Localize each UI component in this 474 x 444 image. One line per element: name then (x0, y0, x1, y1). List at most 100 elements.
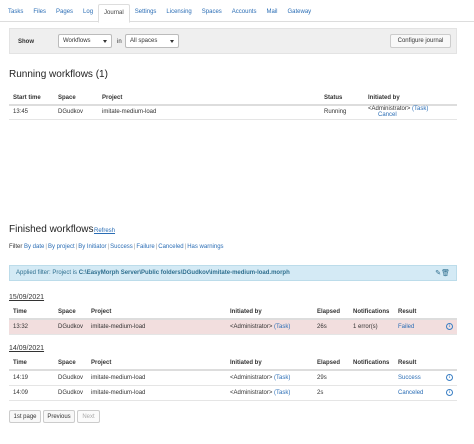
row-notifications (349, 370, 395, 386)
row-time: 14:19 (9, 370, 54, 386)
col-space: Space (54, 92, 98, 106)
table-row: 14:19 DGudkov imitate-medium-load <Admin… (9, 370, 457, 386)
journal-type-value: Workflows (63, 38, 91, 44)
refresh-link[interactable]: Refresh (94, 228, 115, 234)
show-label: Show (18, 39, 34, 45)
filter-prefix: Filter (9, 244, 23, 250)
trash-icon[interactable]: 🗑 (441, 270, 450, 277)
col-result: Result (394, 357, 439, 371)
tab-pages[interactable]: Pages (51, 4, 78, 22)
table-row: 13:45 DGudkov imitate-medium-load Runnin… (9, 105, 457, 120)
table-row: 14:09 DGudkov imitate-medium-load <Admin… (9, 385, 457, 401)
chevron-down-icon (170, 40, 174, 43)
row-notifications (349, 385, 395, 401)
result-filter-line: Filter By date|By project|By Initiator|S… (9, 244, 224, 250)
filter-has-warnings[interactable]: Has warnings (187, 244, 223, 250)
result-link[interactable]: Failed (398, 324, 414, 330)
filter-by-project[interactable]: By project (48, 244, 75, 250)
tab-accounts[interactable]: Accounts (227, 4, 262, 22)
info-icon[interactable]: i (446, 389, 453, 396)
tab-log[interactable]: Log (78, 4, 98, 22)
row-time: 14:09 (9, 385, 54, 401)
first-page-button[interactable]: 1st page (9, 410, 41, 423)
row-initiated-by: <Administrator> (Task) (226, 370, 314, 386)
col-result: Result (394, 306, 439, 320)
date-group-heading: 14/09/2021 (9, 345, 45, 352)
next-page-button[interactable]: Next (77, 410, 100, 423)
finished-workflows-title: Finished workflows (9, 224, 94, 235)
row-notifications: 1 error(s) (349, 319, 395, 335)
col-info (438, 357, 457, 371)
col-space: Space (54, 306, 88, 320)
previous-page-button[interactable]: Previous (43, 410, 75, 423)
row-project: imitate-medium-load (87, 370, 227, 386)
chevron-down-icon (103, 40, 107, 43)
applied-filter-value: C:\EasyMorph Server\Public folders\DGudk… (78, 270, 290, 276)
tab-spaces[interactable]: Spaces (197, 4, 227, 22)
row-result: Canceled (394, 385, 439, 401)
table-row: 13:32 DGudkov imitate-medium-load <Admin… (9, 319, 457, 335)
nav-tabs: Tasks Files Pages Log Journal Settings L… (0, 4, 474, 23)
tab-files[interactable]: Files (28, 4, 51, 22)
row-space: DGudkov (54, 385, 88, 401)
info-icon[interactable]: i (446, 374, 453, 382)
journal-filter-bar: Show Workflows in All spaces Configure j… (9, 28, 457, 54)
col-project: Project (98, 92, 320, 106)
row-info: i (438, 370, 457, 386)
initiator-task-link[interactable]: (Task) (412, 106, 428, 112)
applied-filter-actions: ✎🗑 (435, 269, 450, 277)
col-initiated-by: Initiated by (364, 92, 457, 106)
row-result: Failed (394, 319, 439, 335)
row-elapsed: 26s (313, 319, 350, 335)
tab-mail[interactable]: Mail (261, 4, 282, 22)
table-header-row: Time Space Project Initiated by Elapsed … (9, 357, 457, 371)
applied-filter-prefix: Applied filter: Project is (16, 270, 78, 276)
table-header-row: Start time Space Project Status Initiate… (9, 92, 457, 106)
row-info: i (438, 385, 457, 401)
filter-by-date[interactable]: By date (24, 244, 44, 250)
journal-type-select[interactable]: Workflows (58, 34, 112, 48)
initiator-name: <Administrator> (230, 323, 273, 330)
tab-journal[interactable]: Journal (98, 4, 130, 23)
initiator-task-link[interactable]: (Task) (274, 375, 290, 381)
col-time: Time (9, 357, 54, 371)
row-project: imitate-medium-load (87, 385, 227, 401)
in-label: in (117, 39, 122, 45)
filter-canceled[interactable]: Canceled (158, 244, 183, 250)
row-start-time: 13:45 (9, 105, 54, 120)
filter-success[interactable]: Success (110, 244, 133, 250)
configure-journal-button[interactable]: Configure journal (390, 34, 451, 48)
finished-workflows-table-1: Time Space Project Initiated by Elapsed … (9, 306, 457, 335)
space-select[interactable]: All spaces (125, 34, 179, 48)
info-icon[interactable]: i (446, 323, 453, 331)
initiator-task-link[interactable]: (Task) (274, 390, 290, 396)
row-initiated-by: <Administrator> (Task) (226, 319, 314, 335)
tab-licensing[interactable]: Licensing (161, 4, 196, 22)
filter-by-initiator[interactable]: By Initiator (78, 244, 106, 250)
initiator-name: <Administrator> (230, 389, 273, 396)
row-result: Success (394, 370, 439, 386)
col-time: Time (9, 306, 54, 320)
filter-failure[interactable]: Failure (136, 244, 154, 250)
applied-filter-banner: Applied filter: Project is C:\EasyMorph … (9, 265, 457, 281)
row-elapsed: 29s (313, 370, 350, 386)
cancel-link[interactable]: Cancel (378, 112, 397, 118)
col-notifications: Notifications (349, 357, 395, 371)
col-space: Space (54, 357, 88, 371)
row-space: DGudkov (54, 319, 88, 335)
col-elapsed: Elapsed (313, 306, 350, 320)
row-status: Running (320, 105, 364, 120)
col-info (438, 306, 457, 320)
result-link[interactable]: Canceled (398, 390, 423, 396)
space-value: All spaces (130, 38, 158, 44)
table-header-row: Time Space Project Initiated by Elapsed … (9, 306, 457, 320)
col-initiated-by: Initiated by (226, 357, 314, 371)
tab-settings[interactable]: Settings (130, 4, 162, 22)
initiator-task-link[interactable]: (Task) (274, 324, 290, 330)
result-link[interactable]: Success (398, 375, 421, 381)
tab-tasks[interactable]: Tasks (3, 4, 28, 22)
col-project: Project (87, 306, 227, 320)
col-start-time: Start time (9, 92, 54, 106)
col-status: Status (320, 92, 364, 106)
tab-gateway[interactable]: Gateway (283, 4, 317, 22)
